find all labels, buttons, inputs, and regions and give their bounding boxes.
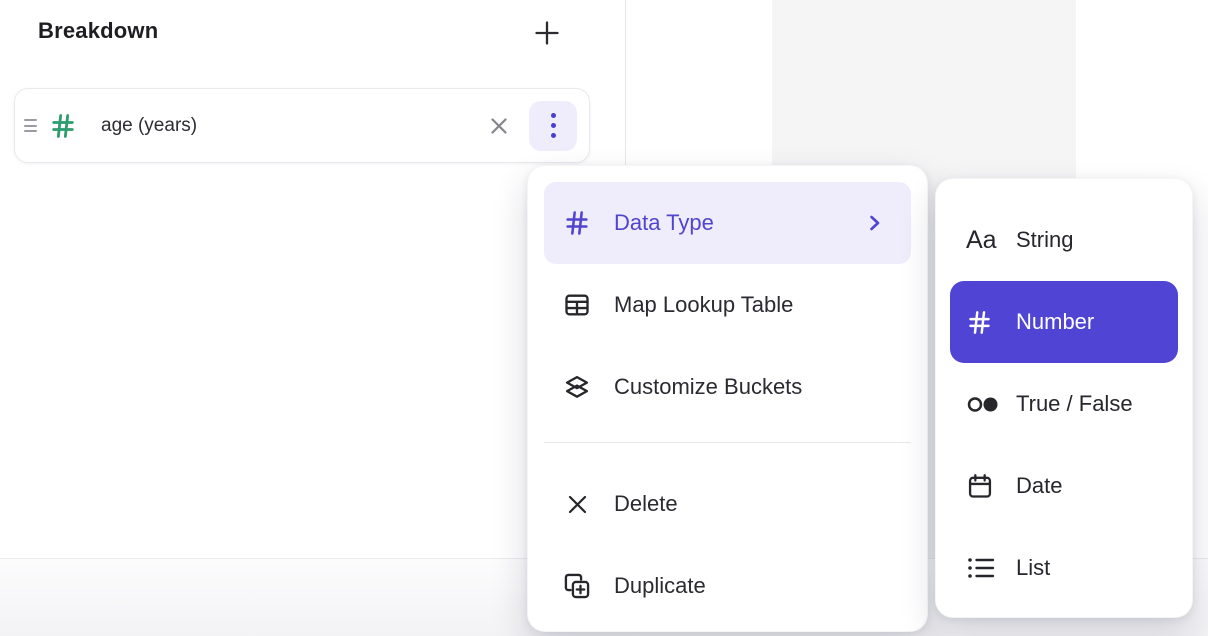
menu-divider [544,442,911,443]
submenu-item-true-false[interactable]: True / False [950,363,1178,445]
plus-icon [532,18,562,48]
table-icon [562,291,592,319]
menu-item-label: Duplicate [614,573,706,599]
field-label: age (years) [101,115,197,137]
submenu-item-number[interactable]: Number [950,281,1178,363]
menu-item-label: Data Type [614,210,714,236]
submenu-item-label: Number [1016,309,1094,335]
number-hash-icon [49,112,77,140]
toggle-circles-icon [966,391,1002,418]
field-context-menu: Data Type Map Lookup Table Customiz [527,165,928,632]
menu-item-label: Map Lookup Table [614,292,793,318]
hash-icon [966,309,1002,336]
kebab-menu-icon [551,113,556,138]
submenu-item-label: Date [1016,473,1062,499]
breakdown-panel-screen: Breakdown age (years) [0,0,1208,636]
string-aa-icon: Aa [966,228,1002,253]
menu-item-duplicate[interactable]: Duplicate [544,545,911,627]
drag-handle-icon[interactable] [24,119,37,132]
add-breakdown-button[interactable] [530,16,564,50]
copy-plus-icon [562,572,592,600]
calendar-icon [966,472,1002,500]
remove-field-button[interactable] [487,114,511,138]
menu-item-data-type[interactable]: Data Type [544,182,911,264]
list-icon [966,555,1002,581]
menu-item-delete[interactable]: Delete [544,463,911,545]
submenu-item-string[interactable]: Aa String [950,199,1178,281]
menu-item-label: Customize Buckets [614,374,802,400]
menu-item-label: Delete [614,491,678,517]
close-icon [487,114,511,138]
layers-icon [562,373,592,401]
page-title: Breakdown [38,18,158,44]
data-type-submenu: Aa String Number True / False [935,178,1193,618]
submenu-item-date[interactable]: Date [950,445,1178,527]
number-hash-icon [562,209,592,237]
chevron-right-icon [861,210,887,236]
submenu-item-label: List [1016,555,1050,581]
submenu-item-list[interactable]: List [950,527,1178,609]
aa-glyph: Aa [966,228,997,253]
menu-item-map-lookup-table[interactable]: Map Lookup Table [544,264,911,346]
menu-item-customize-buckets[interactable]: Customize Buckets [544,346,911,428]
field-options-button[interactable] [529,101,577,151]
x-icon [562,491,592,518]
submenu-item-label: String [1016,227,1073,253]
submenu-item-label: True / False [1016,391,1133,417]
breakdown-field-card: age (years) [14,88,590,163]
